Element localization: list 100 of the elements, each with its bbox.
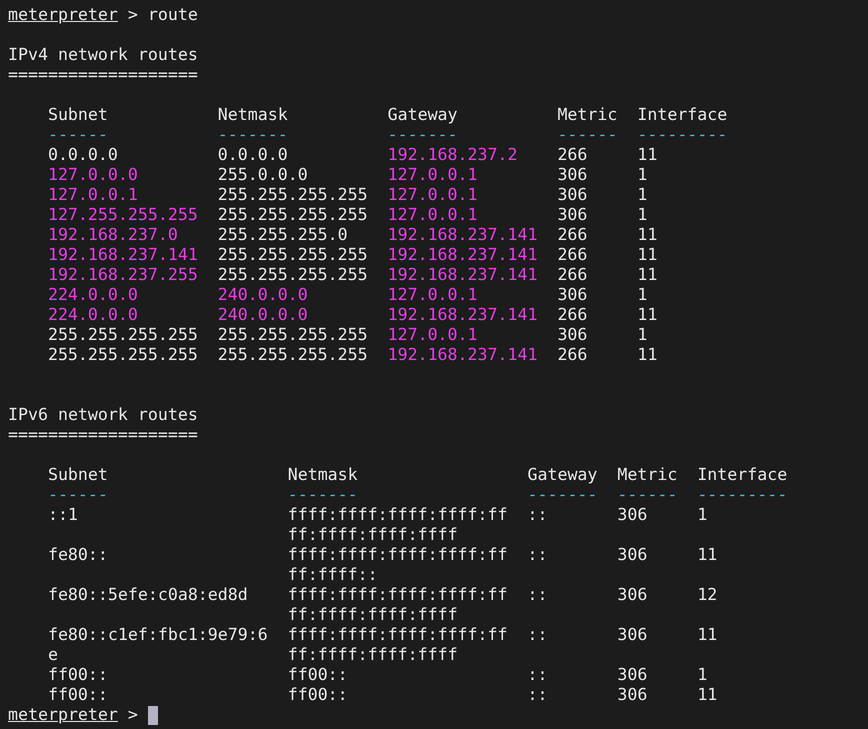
table-cell: 306: [557, 185, 588, 205]
table-cell: 192.168.237.2: [388, 145, 518, 165]
header-dashes: ------: [617, 485, 678, 505]
table-cell: 255.255.255.255: [218, 265, 368, 285]
header-dashes: -------: [527, 485, 598, 505]
prompt-symbol: >: [128, 705, 138, 725]
column-header: Subnet: [48, 105, 108, 125]
table-cell: 127.0.0.0: [48, 165, 138, 185]
column-header: Gateway: [527, 465, 598, 485]
section-rule: ===================: [8, 425, 198, 445]
table-cell: 11: [637, 345, 658, 365]
table-cell: 127.0.0.1: [388, 185, 478, 205]
table-cell: 1: [637, 285, 648, 305]
table-cell: 0.0.0.0: [48, 145, 118, 165]
header-dashes: ---------: [697, 485, 788, 505]
table-cell: 192.168.237.0: [48, 225, 178, 245]
table-cell: 127.0.0.1: [388, 205, 478, 225]
header-dashes: ------: [557, 125, 618, 145]
column-header: Subnet: [48, 465, 108, 485]
table-cell: 11: [697, 685, 718, 705]
table-cell-text: fe80::5efe:c0a8:ed8d: [48, 585, 248, 606]
table-cell: 266: [557, 245, 588, 265]
table-cell: 266: [557, 225, 588, 245]
header-dashes: -------: [288, 485, 358, 505]
header-dashes: ------: [48, 485, 108, 505]
table-cell-text: 306: [617, 505, 648, 526]
table-cell: 192.168.237.141: [388, 225, 538, 245]
table-cell: 11: [637, 265, 658, 285]
table-cell: 255.255.255.255: [218, 345, 368, 365]
table-cell-text: ::: [527, 545, 548, 566]
table-cell: 11: [637, 145, 658, 165]
table-cell: 1: [637, 185, 648, 205]
table-cell: 192.168.237.141: [388, 245, 538, 265]
table-cell: 306: [557, 205, 588, 225]
table-cell: 1: [637, 205, 648, 225]
command-text: route: [148, 5, 198, 25]
table-cell: 266: [557, 305, 588, 325]
column-header: Interface: [637, 105, 728, 125]
table-cell: 1: [637, 165, 648, 185]
prompt-label: meterpreter: [8, 5, 118, 25]
section-title: IPv6 network routes: [8, 405, 198, 425]
section-title: IPv4 network routes: [8, 45, 198, 65]
column-header: Netmask: [288, 465, 358, 485]
column-header: Gateway: [388, 105, 458, 125]
table-cell: 255.255.255.0: [218, 225, 348, 245]
table-cell: 255.255.255.255: [218, 185, 368, 205]
table-cell: 255.255.255.255: [218, 325, 368, 345]
table-cell: ff00::: [288, 665, 348, 685]
table-cell: ff00::: [48, 685, 108, 705]
table-cell: 1: [697, 665, 708, 685]
table-cell: 11: [637, 245, 658, 265]
table-cell: 240.0.0.0: [218, 305, 308, 325]
column-header: Metric: [617, 465, 678, 485]
table-cell: 306: [557, 285, 588, 305]
table-cell-text: 11: [697, 545, 718, 566]
section-rule: ===================: [8, 65, 198, 85]
table-cell: 255.0.0.0: [218, 165, 308, 185]
table-cell: 266: [557, 345, 588, 365]
table-cell: 306: [617, 685, 648, 705]
table-cell: 255.255.255.255: [48, 325, 198, 345]
table-cell-text: ::1: [48, 505, 78, 526]
table-cell: ::: [527, 665, 548, 685]
table-cell: 224.0.0.0: [48, 285, 138, 305]
table-cell: 1: [637, 325, 648, 345]
column-header: Metric: [557, 105, 618, 125]
table-cell: 127.0.0.1: [388, 165, 478, 185]
table-cell-text: 306: [617, 625, 648, 646]
table-cell: 127.255.255.255: [48, 205, 198, 225]
prompt-label: meterpreter: [8, 705, 118, 725]
header-dashes: -------: [388, 125, 458, 145]
table-cell: 255.255.255.255: [218, 245, 368, 265]
table-cell-text: 12: [697, 585, 718, 606]
table-cell-text: 1: [697, 505, 708, 526]
table-cell: 127.0.0.1: [48, 185, 138, 205]
table-cell: 306: [617, 665, 648, 685]
table-cell-text: ::: [527, 625, 548, 646]
table-cell-text: fe80::: [48, 545, 108, 566]
table-cell-text: 306: [617, 545, 648, 566]
header-dashes: ------: [48, 125, 108, 145]
header-dashes: ---------: [637, 125, 728, 145]
column-header: Interface: [697, 465, 788, 485]
table-cell: 192.168.237.141: [48, 245, 198, 265]
table-cell: 255.255.255.255: [218, 205, 368, 225]
table-cell-text: ::: [527, 505, 548, 526]
table-cell: 266: [557, 145, 588, 165]
table-cell: 224.0.0.0: [48, 305, 138, 325]
table-cell: 266: [557, 265, 588, 285]
column-header: Netmask: [218, 105, 288, 125]
table-cell: ffff:ffff:ffff:ffff:ffff:ffff::: [288, 545, 508, 585]
table-cell: 127.0.0.1: [388, 325, 478, 345]
table-cell: 255.255.255.255: [48, 345, 198, 365]
table-cell: 11: [637, 305, 658, 325]
table-cell: 192.168.237.141: [388, 305, 538, 325]
table-cell-text: 306: [617, 585, 648, 606]
table-cell-text: 11: [697, 625, 718, 646]
table-cell-text: ::: [527, 585, 548, 606]
table-cell: 127.0.0.1: [388, 285, 478, 305]
table-cell: ff00::: [48, 665, 108, 685]
prompt-symbol: >: [128, 5, 138, 25]
table-cell: ff00::: [288, 685, 348, 705]
